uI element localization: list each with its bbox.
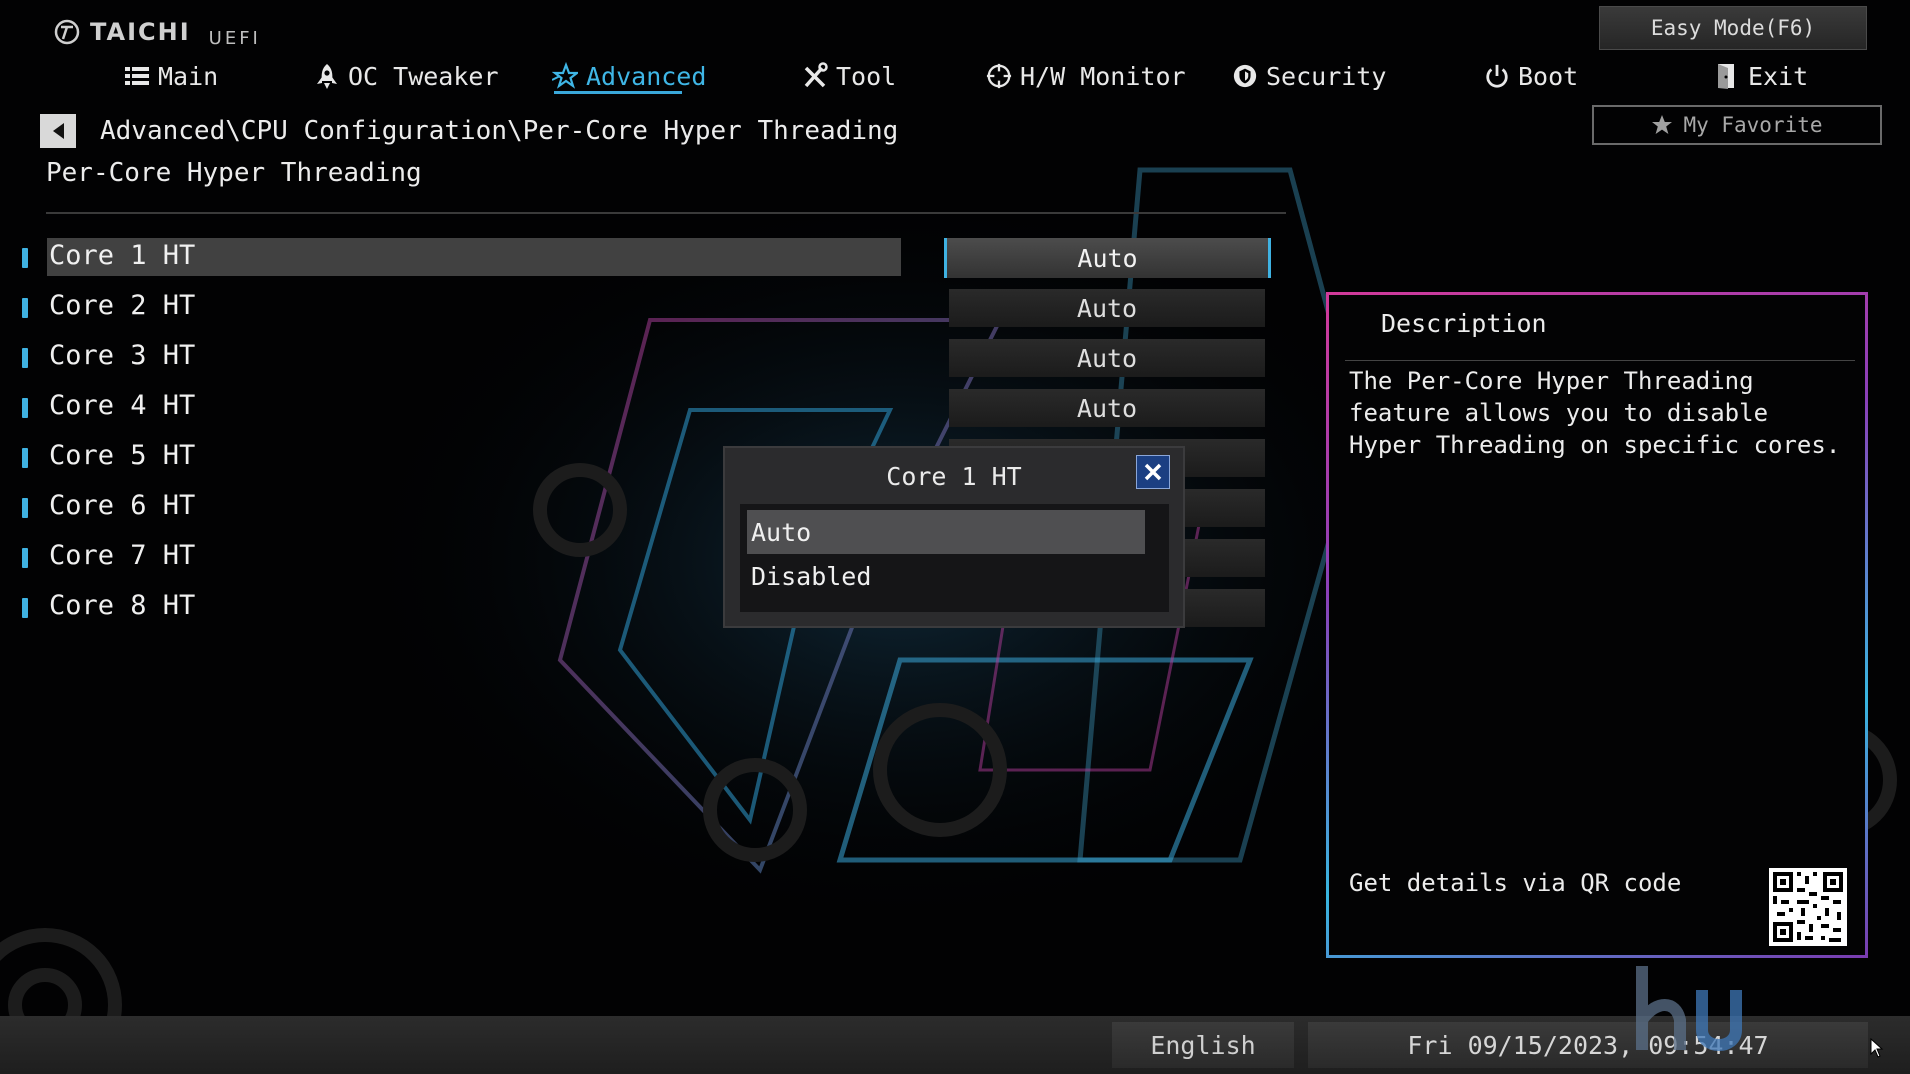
mouse-cursor-icon	[1870, 1038, 1884, 1058]
active-tab-underline	[554, 91, 682, 94]
row-marker	[22, 348, 28, 368]
row-marker	[22, 548, 28, 568]
popup-option-disabled[interactable]: Disabled	[747, 554, 1145, 598]
popup-close-button[interactable]	[1136, 455, 1170, 489]
tab-boot[interactable]: Boot	[1484, 56, 1578, 96]
brand-sub: UEFI	[208, 27, 261, 49]
tab-tool-label: Tool	[836, 61, 897, 91]
tab-exit-label: Exit	[1748, 61, 1809, 91]
tab-main-label: Main	[158, 61, 219, 91]
back-arrow-icon	[53, 123, 64, 139]
tab-oc-tweaker[interactable]: OC Tweaker	[314, 56, 499, 96]
tab-security[interactable]: Security	[1232, 56, 1386, 96]
brand-name: TAICHI	[90, 18, 191, 46]
tab-hw-monitor[interactable]: H/W Monitor	[986, 56, 1186, 96]
row-marker	[22, 598, 28, 618]
back-button[interactable]	[40, 114, 76, 148]
description-heading: Description	[1381, 309, 1547, 338]
star-icon	[1652, 115, 1673, 134]
description-panel: Description The Per-Core Hyper Threading…	[1326, 292, 1868, 958]
value-core-1-ht[interactable]: Auto	[944, 238, 1271, 278]
tab-exit[interactable]: Exit	[1714, 56, 1808, 96]
row-marker	[22, 498, 28, 518]
row-marker	[22, 448, 28, 468]
tab-advanced[interactable]: Advanced	[552, 56, 706, 96]
setting-core-3-ht[interactable]: Core 3 HT	[49, 340, 195, 371]
crosshair-icon	[986, 63, 1012, 89]
setting-core-8-ht[interactable]: Core 8 HT	[49, 590, 195, 621]
my-favorite-label: My Favorite	[1683, 113, 1823, 137]
qr-code-label: Get details via QR code	[1349, 869, 1682, 897]
tab-hw-monitor-label: H/W Monitor	[1020, 61, 1186, 91]
list-icon	[125, 67, 149, 85]
easy-mode-button[interactable]: Easy Mode(F6)	[1599, 6, 1867, 50]
setting-core-4-ht[interactable]: Core 4 HT	[49, 390, 195, 421]
star-icon	[552, 62, 578, 89]
qr-code-icon	[1769, 868, 1847, 946]
close-icon	[1144, 463, 1162, 481]
option-popup: Core 1 HT Auto Disabled	[723, 446, 1185, 628]
value-core-3-ht[interactable]: Auto	[949, 339, 1265, 377]
row-marker	[22, 398, 28, 418]
tab-main[interactable]: Main	[124, 56, 218, 96]
value-core-2-ht[interactable]: Auto	[949, 289, 1265, 327]
value-core-4-ht[interactable]: Auto	[949, 389, 1265, 427]
setting-core-5-ht[interactable]: Core 5 HT	[49, 440, 195, 471]
setting-core-7-ht[interactable]: Core 7 HT	[49, 540, 195, 571]
shield-icon	[1233, 64, 1257, 88]
setting-core-1-ht[interactable]: Core 1 HT	[49, 240, 195, 271]
description-text: The Per-Core Hyper Threading feature all…	[1349, 367, 1841, 459]
door-icon	[1718, 64, 1734, 89]
setting-core-6-ht[interactable]: Core 6 HT	[49, 490, 195, 521]
rocket-icon	[317, 64, 337, 89]
popup-title: Core 1 HT	[886, 462, 1022, 491]
tab-boot-label: Boot	[1518, 61, 1579, 91]
title-divider	[46, 212, 1286, 214]
tools-icon	[804, 62, 828, 88]
tab-advanced-label: Advanced	[586, 61, 707, 91]
language-button[interactable]: English	[1112, 1022, 1294, 1068]
tab-tool[interactable]: Tool	[802, 56, 896, 96]
row-marker	[22, 298, 28, 318]
tab-security-label: Security	[1266, 61, 1387, 91]
description-divider	[1345, 360, 1855, 361]
brand-logo: TAICHI UEFI	[52, 14, 261, 50]
page-title: Per-Core Hyper Threading	[46, 158, 422, 188]
popup-option-auto[interactable]: Auto	[747, 510, 1145, 554]
setting-core-2-ht[interactable]: Core 2 HT	[49, 290, 195, 321]
popup-option-list: Auto Disabled	[740, 504, 1169, 612]
my-favorite-button[interactable]: My Favorite	[1592, 105, 1882, 145]
tab-oc-tweaker-label: OC Tweaker	[348, 61, 499, 91]
watermark-logo	[1636, 966, 1742, 1051]
power-icon	[1486, 64, 1508, 88]
row-marker	[22, 248, 28, 268]
breadcrumb: Advanced\CPU Configuration\Per-Core Hype…	[100, 116, 899, 146]
taichi-logo-icon	[54, 19, 80, 45]
